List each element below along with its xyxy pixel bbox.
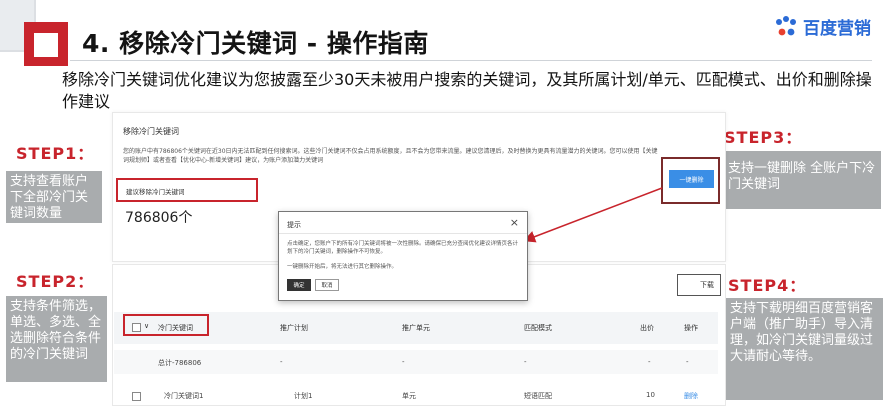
- arrow-icon: [523, 187, 663, 243]
- cancel-button[interactable]: 取消: [315, 279, 339, 291]
- confirm-button[interactable]: 确定: [287, 279, 311, 291]
- dialog-title: 提示: [287, 221, 301, 229]
- confirm-dialog: 提示 × 点击确定，您账户下的所有冷门关键词将被一次性删除。请确保已充分查阅优化…: [278, 211, 528, 301]
- dialog-text: 点击确定，您账户下的所有冷门关键词将被一次性删除。请确保已充分查阅优化建议详情页…: [287, 241, 519, 255]
- close-icon[interactable]: ×: [510, 216, 519, 229]
- dialog-divider: [279, 233, 527, 234]
- dialog-note: 一键删除开始后，将无法进行其它删除操作。: [287, 264, 398, 270]
